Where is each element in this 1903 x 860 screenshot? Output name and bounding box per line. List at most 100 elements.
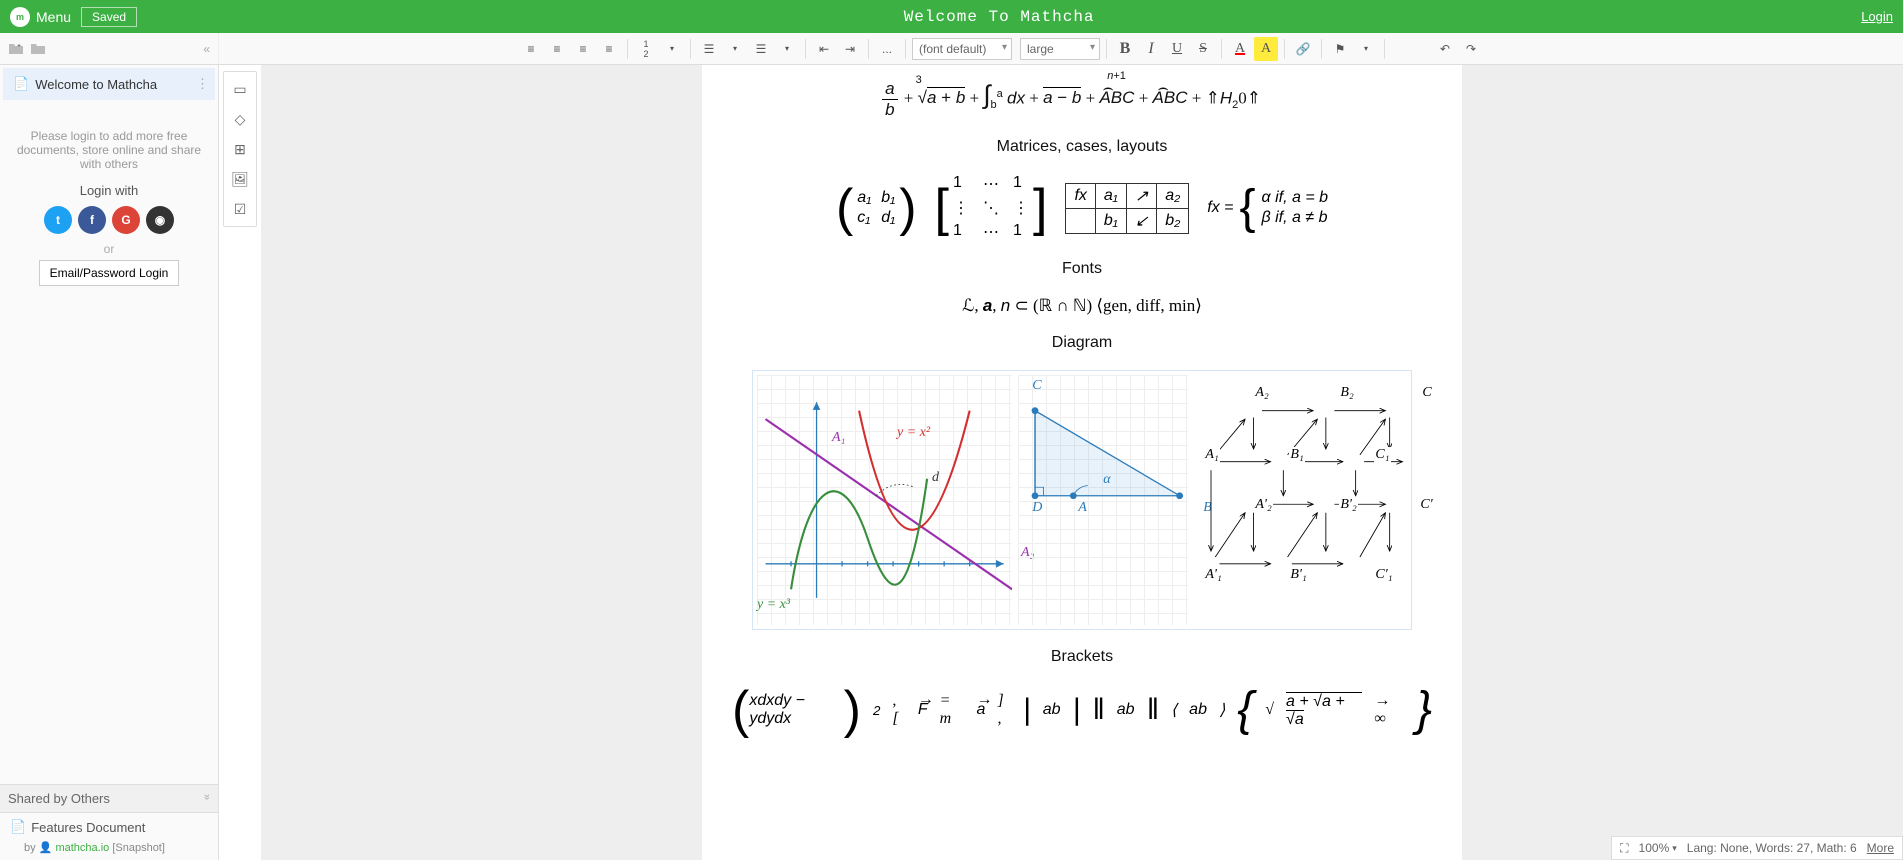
link-icon[interactable]: 🔗 xyxy=(1291,37,1315,61)
font-size-select[interactable]: large xyxy=(1020,38,1100,60)
shared-by-others-header[interactable]: Shared by Others xyxy=(0,784,218,813)
collapse-sidebar-icon[interactable]: « xyxy=(203,42,210,56)
align-justify-icon[interactable]: ≡ xyxy=(597,37,621,61)
google-login-button[interactable]: G xyxy=(112,206,140,234)
label-yx3: y = x³ xyxy=(757,597,790,613)
new-folder-icon[interactable] xyxy=(8,41,24,57)
more-link[interactable]: More xyxy=(1867,841,1894,855)
strikethrough-button[interactable]: S xyxy=(1191,37,1215,61)
node-Bp2: B'₂ xyxy=(1339,497,1357,513)
highlight-color-button[interactable]: A xyxy=(1254,37,1278,61)
italic-button[interactable]: I xyxy=(1139,37,1163,61)
node-Cp1: C'₁ xyxy=(1374,567,1393,583)
node-B1: B₁ xyxy=(1289,447,1304,463)
font-family-select[interactable]: (font default) xyxy=(912,38,1012,60)
document-icon: 📄 xyxy=(13,76,29,92)
node-Ap2: A'₂ xyxy=(1254,497,1272,513)
menu-button[interactable]: Menu xyxy=(36,9,71,25)
bold-button[interactable]: B xyxy=(1113,37,1137,61)
doc-icon: 📄 xyxy=(10,819,26,835)
align-left-icon[interactable]: ≡ xyxy=(519,37,543,61)
diagram-block[interactable]: y = x² y = x³ A₁ A₂ d C xyxy=(752,370,1412,630)
text-color-button[interactable]: A xyxy=(1228,37,1252,61)
case-1: α if, a = b xyxy=(1262,189,1329,207)
node-B2: B₂ xyxy=(1339,385,1354,401)
label-A1: A₁ xyxy=(832,430,845,446)
math-equation-1[interactable]: ab + 3√a + b + ∫ba dx + a − b + ⌢ABC + ⌢… xyxy=(732,79,1432,120)
facebook-login-button[interactable]: f xyxy=(78,206,106,234)
insert-shape-icon[interactable]: ◇ xyxy=(227,106,253,132)
node-C: C xyxy=(1421,385,1432,401)
tri-D: D xyxy=(1032,500,1042,516)
node-Ap1: A'₁ xyxy=(1204,567,1222,583)
author-link[interactable]: mathcha.io xyxy=(55,842,109,854)
node-A1: A₁ xyxy=(1204,447,1219,463)
node-Cp: C' xyxy=(1419,497,1433,513)
features-doc-byline: by 👤 mathcha.io [Snapshot] xyxy=(0,841,218,860)
triangle-diagram[interactable]: C D A B α xyxy=(1018,375,1188,625)
insert-image-icon[interactable]: 🖼 xyxy=(227,166,253,192)
tri-C: C xyxy=(1032,378,1041,394)
node-C1: C₁ xyxy=(1374,447,1390,463)
login-prompt: Please login to add more free documents,… xyxy=(8,129,210,171)
label-d: d xyxy=(932,470,939,486)
author-icon: 👤 xyxy=(39,842,53,854)
document-name: Welcome to Mathcha xyxy=(35,77,157,92)
doc-stats: Lang: None, Words: 27, Math: 6 xyxy=(1687,841,1857,855)
save-status: Saved xyxy=(81,7,137,27)
label-yx2: y = x² xyxy=(897,425,930,441)
fullscreen-icon[interactable]: ⛶ xyxy=(1620,841,1628,856)
node-Bp1: B'₁ xyxy=(1289,567,1307,583)
zoom-level[interactable]: 100% ▾ xyxy=(1639,841,1677,855)
section-fonts: Fonts xyxy=(732,260,1432,278)
or-label: or xyxy=(8,242,210,256)
align-center-icon[interactable]: ≡ xyxy=(545,37,569,61)
indent-increase-icon[interactable]: ⇥ xyxy=(838,37,862,61)
section-matrices: Matrices, cases, layouts xyxy=(732,138,1432,156)
tri-alpha: α xyxy=(1103,472,1110,488)
flag-caret-icon[interactable]: ▾ xyxy=(1354,37,1378,61)
document-options-icon[interactable]: ⋮ xyxy=(196,76,209,92)
bullet-list-icon[interactable]: ☰ xyxy=(749,37,773,61)
list-caret2-icon[interactable]: ▾ xyxy=(775,37,799,61)
folder-icon[interactable] xyxy=(30,41,46,57)
features-document-item[interactable]: 📄 Features Document xyxy=(0,813,218,841)
insert-check-icon[interactable]: ☑ xyxy=(227,196,253,222)
matrices-row[interactable]: (a₁b₁c₁d₁) [1⋯1⋮⋱⋮1⋯1] fxa₁↗a₂b₁↙b₂ fx =… xyxy=(732,174,1432,242)
section-diagram: Diagram xyxy=(732,334,1432,352)
insert-table-icon[interactable]: ⊞ xyxy=(227,136,253,162)
insert-toolstrip: ▭ ◇ ⊞ 🖼 ☑ xyxy=(223,71,257,227)
login-link[interactable]: Login xyxy=(1861,9,1893,24)
login-with-label: Login with xyxy=(8,183,210,198)
spacing-caret-icon[interactable]: ▾ xyxy=(660,37,684,61)
twitter-login-button[interactable]: t xyxy=(44,206,72,234)
brackets-sample[interactable]: (xdxdy − ydydx)2 , [F→ = ma→] , |ab| ‖ab… xyxy=(732,684,1432,736)
status-bar: ⛶ 100% ▾ Lang: None, Words: 27, Math: 6 … xyxy=(1611,836,1903,860)
node-A2: A₂ xyxy=(1254,385,1269,401)
document-page[interactable]: ab + 3√a + b + ∫ba dx + a − b + ⌢ABC + ⌢… xyxy=(702,65,1462,860)
document-item[interactable]: 📄 Welcome to Mathcha ⋮ xyxy=(3,68,215,100)
app-logo[interactable]: m xyxy=(10,7,30,27)
redo-icon[interactable]: ↷ xyxy=(1459,37,1483,61)
align-right-icon[interactable]: ≡ xyxy=(571,37,595,61)
list-caret1-icon[interactable]: ▾ xyxy=(723,37,747,61)
document-title: Welcome To Mathcha xyxy=(137,8,1861,26)
numbered-list-icon[interactable]: ☰ xyxy=(697,37,721,61)
more-formatting-icon[interactable]: ... xyxy=(875,37,899,61)
underline-button[interactable]: U xyxy=(1165,37,1189,61)
email-login-button[interactable]: Email/Password Login xyxy=(39,260,180,286)
cases-lhs: fx = xyxy=(1207,199,1233,217)
tri-A: A xyxy=(1078,500,1087,516)
fonts-sample[interactable]: ℒ, a, n ⊂ (ℝ ∩ ℕ) ⟨gen, diff, min⟩ xyxy=(732,296,1432,316)
indent-decrease-icon[interactable]: ⇤ xyxy=(812,37,836,61)
commutative-diagram[interactable]: A₂ B₂ C A₁ B₁ C₁ A'₂ B'₂ C' A'₁ B'₁ C'₁ xyxy=(1194,375,1407,625)
flag-icon[interactable]: ⚑ xyxy=(1328,37,1352,61)
features-doc-label: Features Document xyxy=(31,820,145,835)
github-login-button[interactable]: ◉ xyxy=(146,206,174,234)
function-plot[interactable]: y = x² y = x³ A₁ A₂ d xyxy=(757,375,1012,625)
insert-text-icon[interactable]: ▭ xyxy=(227,76,253,102)
undo-icon[interactable]: ↶ xyxy=(1433,37,1457,61)
section-brackets: Brackets xyxy=(732,648,1432,666)
line-spacing-icon[interactable]: 12 xyxy=(634,37,658,61)
case-2: β if, a ≠ b xyxy=(1262,209,1329,227)
